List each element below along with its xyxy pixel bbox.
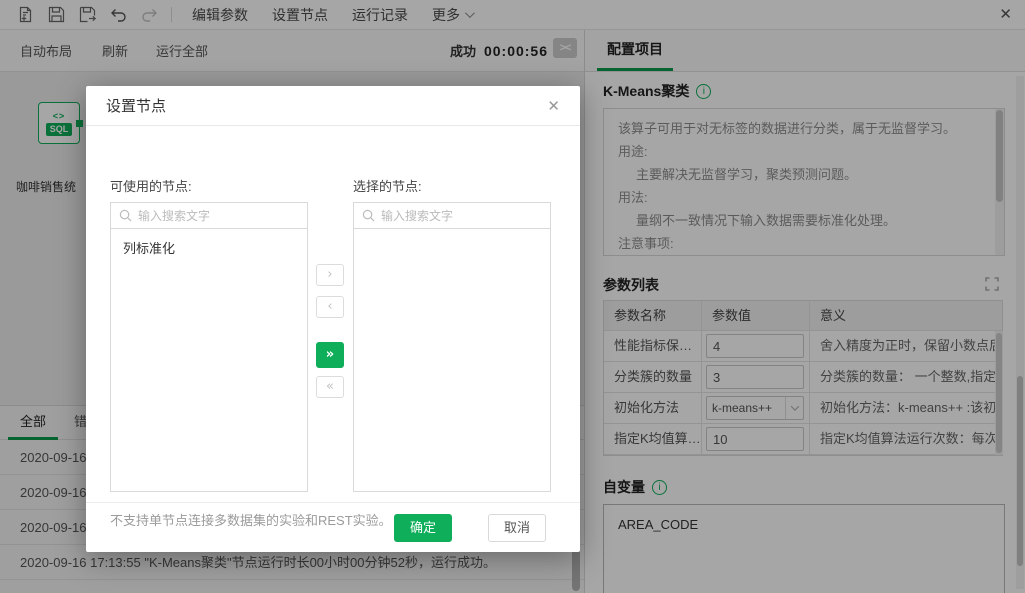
search-icon	[362, 209, 375, 222]
available-node-item[interactable]: 列标准化	[111, 229, 307, 264]
set-node-dialog: 设置节点 ✕ 可使用的节点: 选择的节点: 列标准化 › ‹ » «	[86, 86, 580, 552]
available-search	[111, 203, 307, 229]
dialog-title: 设置节点	[106, 98, 167, 115]
selected-nodes-label: 选择的节点:	[353, 179, 422, 194]
app-window: 编辑参数 设置节点 运行记录 更多 ✕ 自动布局 刷新 运行全部 成功 00:0…	[0, 0, 1025, 593]
dialog-header: 设置节点 ✕	[86, 86, 580, 126]
available-nodes-label: 可使用的节点:	[110, 179, 192, 194]
move-all-right-button[interactable]: »	[316, 342, 344, 368]
ok-button[interactable]: 确定	[394, 513, 452, 542]
selected-nodes-list	[353, 202, 551, 492]
dialog-footer: 确定 取消	[86, 502, 580, 552]
dialog-close-icon[interactable]: ✕	[547, 97, 560, 115]
selected-search-input[interactable]	[381, 208, 542, 223]
search-icon	[119, 209, 132, 222]
move-right-button[interactable]: ›	[316, 264, 344, 286]
cancel-button[interactable]: 取消	[488, 513, 546, 542]
available-search-input[interactable]	[138, 208, 299, 223]
dialog-body: 可使用的节点: 选择的节点: 列标准化 › ‹ » «	[86, 126, 580, 528]
move-all-left-button[interactable]: «	[316, 376, 344, 398]
available-nodes-list: 列标准化	[110, 202, 308, 492]
selected-search	[354, 203, 550, 229]
move-left-button[interactable]: ‹	[316, 296, 344, 318]
